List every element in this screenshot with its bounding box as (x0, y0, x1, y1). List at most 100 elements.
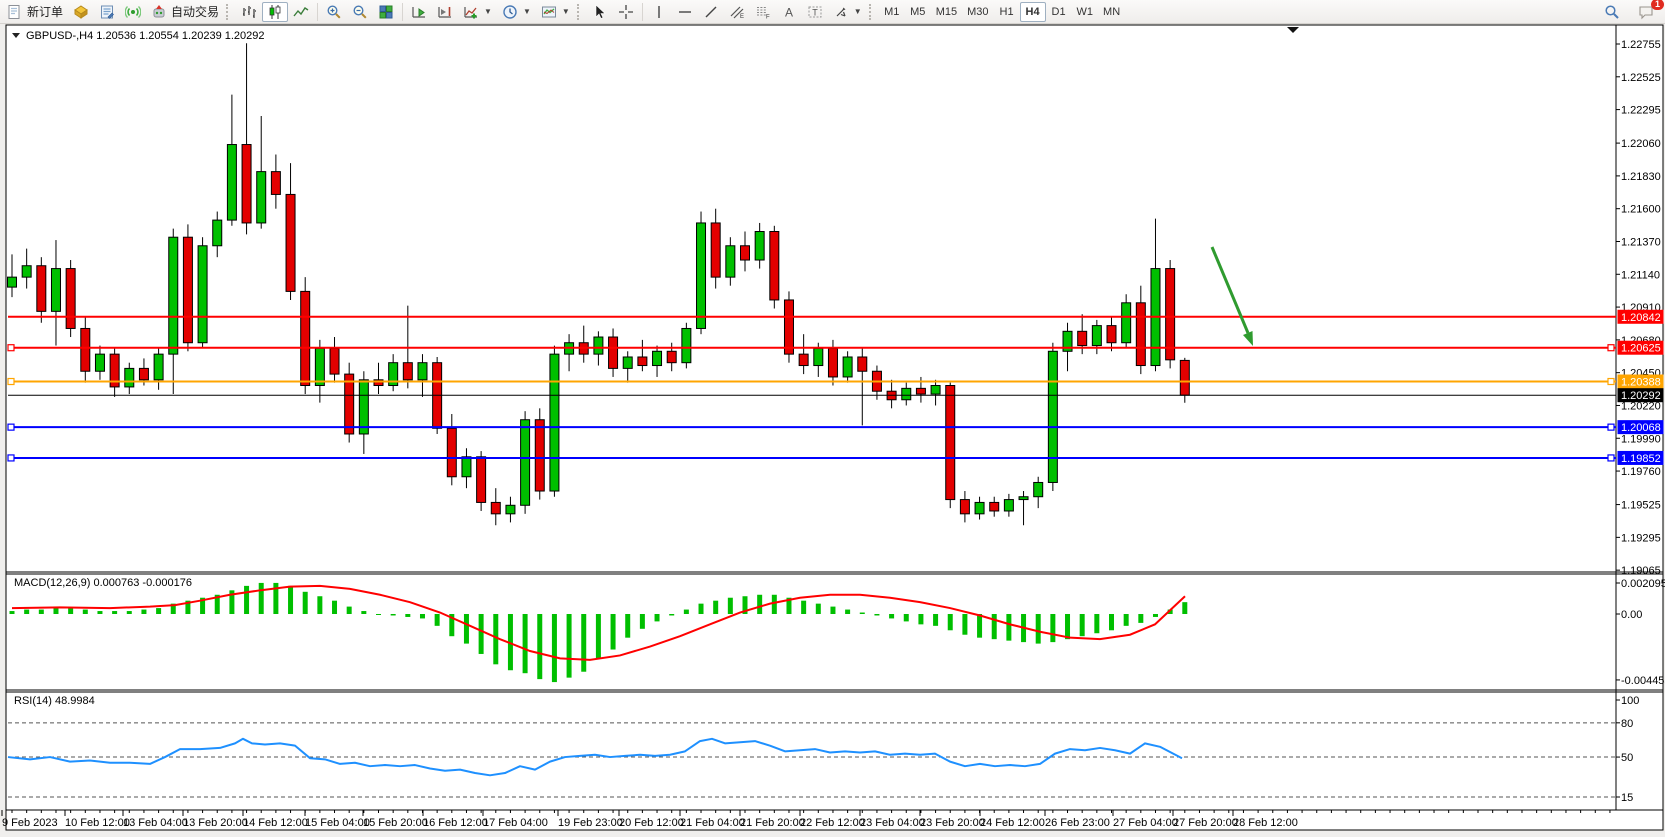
candle (462, 457, 471, 477)
horizontal-line-tool-button[interactable] (672, 2, 698, 22)
svg-text:1.20842: 1.20842 (1621, 312, 1661, 324)
line-handle[interactable] (1608, 379, 1614, 385)
macd-histogram-bar (141, 610, 146, 614)
macd-histogram-bar (464, 614, 469, 644)
candle (1180, 360, 1189, 395)
line-chart-icon (293, 4, 309, 20)
candle (286, 194, 295, 291)
toolbar-grip (577, 4, 584, 20)
text-a-icon: A (781, 4, 797, 20)
candle (697, 223, 706, 329)
new-order-label: 新订单 (27, 3, 63, 20)
cursor-button[interactable] (587, 2, 613, 22)
periods-button[interactable]: ▼ (497, 2, 536, 22)
svg-text:1.19760: 1.19760 (1621, 466, 1661, 478)
macd-histogram-bar (332, 601, 337, 614)
vertical-line-tool-button[interactable] (646, 2, 672, 22)
svg-text:100: 100 (1621, 695, 1639, 707)
macd-histogram-bar (10, 611, 15, 614)
timeframe-m30-button[interactable]: M30 (962, 2, 993, 22)
text-label-tool-button[interactable]: T (802, 2, 828, 22)
search-button[interactable] (1599, 2, 1625, 22)
svg-text:1.21370: 1.21370 (1621, 236, 1661, 248)
svg-text:0.002095: 0.002095 (1621, 578, 1665, 590)
indicators-button[interactable]: ▼ (458, 2, 497, 22)
templates-button[interactable]: ▼ (536, 2, 575, 22)
notifications-button[interactable]: 1 (1633, 2, 1659, 22)
timeframe-h4-button[interactable]: H4 (1020, 2, 1046, 22)
candle (623, 357, 632, 368)
macd-histogram-bar (244, 586, 249, 614)
auto-scroll-button[interactable] (406, 2, 432, 22)
search-icon (1604, 4, 1620, 20)
metaeditor-button[interactable] (94, 2, 120, 22)
bar-chart-button[interactable] (236, 2, 262, 22)
market-button[interactable] (68, 2, 94, 22)
macd-label: MACD(12,26,9) 0.000763 -0.000176 (14, 577, 192, 589)
zoom-out-button[interactable] (347, 2, 373, 22)
candle (154, 354, 163, 380)
candle (667, 351, 676, 362)
candle (946, 386, 955, 500)
timeframe-m15-button[interactable]: M15 (931, 2, 962, 22)
line-handle[interactable] (8, 424, 14, 430)
auto-trading-label: 自动交易 (171, 3, 219, 20)
time-axis-label: 27 Feb 20:00 (1173, 817, 1238, 829)
line-handle[interactable] (1608, 455, 1614, 461)
time-axis-label: 24 Feb 12:00 (980, 817, 1045, 829)
candle (477, 457, 486, 503)
line-chart-button[interactable] (288, 2, 314, 22)
timeframe-mn-button[interactable]: MN (1098, 2, 1125, 22)
line-handle[interactable] (8, 379, 14, 385)
candle (37, 266, 46, 312)
crosshair-button[interactable] (613, 2, 639, 22)
arrows-tool-button[interactable]: ▼ (828, 2, 867, 22)
macd-histogram-bar (611, 614, 616, 650)
candle (66, 269, 75, 329)
candlestick-chart-button[interactable] (262, 2, 288, 22)
time-axis-label: 9 Feb 2023 (2, 817, 58, 829)
candle (139, 368, 148, 379)
candle (1166, 269, 1175, 360)
svg-text:1.20388: 1.20388 (1621, 377, 1661, 389)
line-handle[interactable] (1608, 424, 1614, 430)
zoom-in-button[interactable] (321, 2, 347, 22)
timeframe-m5-button[interactable]: M5 (905, 2, 931, 22)
trendline-tool-button[interactable] (698, 2, 724, 22)
macd-histogram-bar (537, 614, 542, 679)
candle (638, 357, 647, 366)
signals-button[interactable] (120, 2, 146, 22)
equidistant-channel-tool-button[interactable]: E (724, 2, 750, 22)
tile-windows-button[interactable] (373, 2, 399, 22)
template-icon (541, 4, 557, 20)
timeframe-w1-button[interactable]: W1 (1072, 2, 1099, 22)
macd-histogram-bar (288, 586, 293, 614)
chart-shift-button[interactable] (432, 2, 458, 22)
time-axis-label: 13 Feb 20:00 (183, 817, 248, 829)
line-handle[interactable] (1608, 345, 1614, 351)
timeframe-h1-button[interactable]: H1 (994, 2, 1020, 22)
chart-canvas[interactable]: 1.227551.225251.222951.220601.218301.216… (0, 0, 1665, 837)
svg-text:1.21600: 1.21600 (1621, 204, 1661, 216)
svg-text:T: T (812, 7, 818, 17)
dropdown-caret: ▼ (484, 7, 492, 16)
svg-text:1.19525: 1.19525 (1621, 500, 1661, 512)
line-handle[interactable] (8, 455, 14, 461)
dropdown-caret: ▼ (523, 7, 531, 16)
autotrading-robot-icon (151, 4, 167, 20)
svg-text:1.20068: 1.20068 (1621, 422, 1661, 434)
timeframe-d1-button[interactable]: D1 (1046, 2, 1072, 22)
timeframe-m1-button[interactable]: M1 (879, 2, 905, 22)
macd-histogram-bar (918, 614, 923, 624)
candle (345, 374, 354, 434)
new-order-button[interactable]: 新订单 (2, 2, 68, 22)
candle (330, 348, 339, 374)
autotrading-button[interactable]: 自动交易 (146, 2, 224, 22)
line-handle[interactable] (8, 345, 14, 351)
candle (22, 266, 31, 277)
text-tool-button[interactable]: A (776, 2, 802, 22)
macd-histogram-bar (420, 614, 425, 618)
fibonacci-tool-button[interactable]: F (750, 2, 776, 22)
candle (1034, 482, 1043, 496)
mt4-terminal: 1.227551.225251.222951.220601.218301.216… (0, 0, 1665, 837)
